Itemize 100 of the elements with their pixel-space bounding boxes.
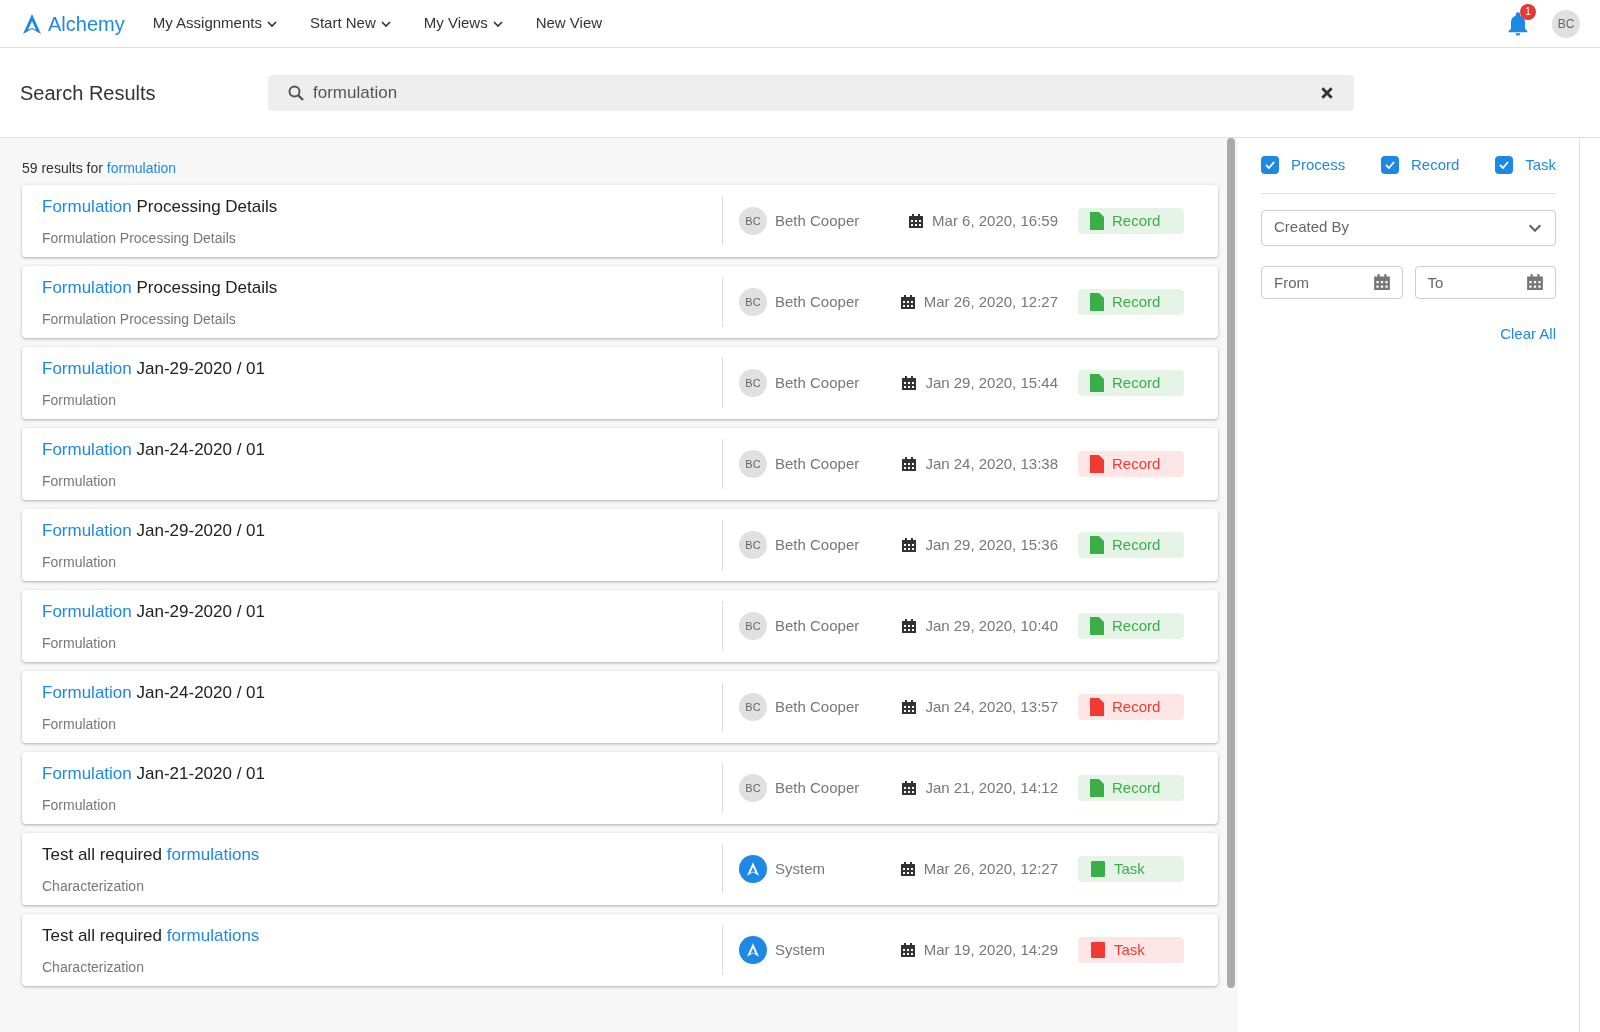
calendar-icon [1526, 272, 1544, 291]
result-title[interactable]: Formulation Processing Details [42, 275, 722, 301]
author-avatar: BC [739, 693, 767, 721]
type-filter-checkbox[interactable]: Task [1495, 154, 1556, 177]
type-badge: Record [1078, 451, 1184, 477]
author-name: Beth Cooper [775, 534, 860, 555]
notification-badge: 1 [1520, 3, 1536, 20]
author-avatar: BC [739, 612, 767, 640]
result-date: Jan 21, 2020, 14:12 [925, 777, 1058, 798]
result-title[interactable]: Formulation Jan-24-2020 / 01 [42, 437, 722, 463]
document-icon [1090, 374, 1104, 392]
type-badge: Record [1078, 370, 1184, 396]
result-card[interactable]: Test all required formulations Characterization System Mar 26, 2020, 12:27 Task [22, 833, 1218, 905]
date-field[interactable]: To [1414, 265, 1556, 299]
clear-all-link[interactable]: Clear All [1500, 322, 1556, 345]
result-date: Jan 29, 2020, 10:40 [925, 615, 1058, 636]
close-icon[interactable] [1320, 85, 1334, 100]
result-card[interactable]: Formulation Jan-29-2020 / 01 Formulation BC Beth Cooper Jan 29, 2020, 10:40 Record [22, 590, 1218, 662]
author-name: Beth Cooper [775, 777, 860, 798]
user-avatar[interactable]: BC [1552, 9, 1580, 38]
calendar-icon [899, 861, 916, 877]
result-date: Mar 26, 2020, 12:27 [923, 858, 1058, 879]
type-badge: Record [1078, 289, 1184, 315]
nav-menu-item[interactable]: My Assignments [152, 12, 278, 35]
nav-menu-item[interactable]: New View [535, 12, 603, 35]
result-subtitle: Formulation [42, 714, 117, 734]
result-date: Jan 24, 2020, 13:38 [925, 453, 1058, 474]
calendar-icon [901, 618, 918, 634]
document-icon [1090, 212, 1104, 230]
type-badge: Record [1078, 694, 1184, 720]
result-title[interactable]: Formulation Jan-24-2020 / 01 [42, 680, 722, 706]
author-name: Beth Cooper [775, 210, 860, 231]
calendar-icon [901, 375, 918, 391]
document-icon [1090, 617, 1104, 635]
type-filter-checkbox[interactable]: Process [1261, 154, 1346, 177]
result-card[interactable]: Formulation Processing Details Formulation Processing Details BC Beth Cooper Mar 26, 2020, 12:27 Record [22, 266, 1218, 338]
page-title: Search Results [20, 80, 157, 106]
type-filter-checkbox[interactable]: Record [1381, 154, 1460, 177]
date-field[interactable]: From [1261, 265, 1403, 299]
result-subtitle: Characterization [42, 876, 145, 896]
result-title[interactable]: Test all required formulations [42, 923, 722, 949]
result-date: Mar 26, 2020, 12:27 [923, 291, 1058, 312]
result-card[interactable]: Formulation Jan-29-2020 / 01 Formulation BC Beth Cooper Jan 29, 2020, 15:36 Record [22, 509, 1218, 581]
calendar-icon [899, 942, 916, 958]
document-icon [1090, 698, 1104, 716]
result-card[interactable]: Formulation Jan-21-2020 / 01 Formulation BC Beth Cooper Jan 21, 2020, 14:12 Record [22, 752, 1218, 824]
author-name: System [775, 858, 825, 879]
result-title[interactable]: Formulation Processing Details [42, 194, 722, 220]
result-subtitle: Formulation [42, 390, 117, 410]
calendar-icon [901, 699, 918, 715]
calendar-icon [901, 537, 918, 553]
result-card[interactable]: Formulation Processing Details Formulation Processing Details BC Beth Cooper Mar 6, 2020, 16:59 Record [22, 185, 1218, 257]
result-title[interactable]: Formulation Jan-21-2020 / 01 [42, 761, 722, 787]
result-date: Jan 24, 2020, 13:57 [925, 696, 1058, 717]
author-name: System [775, 939, 825, 960]
result-title[interactable]: Formulation Jan-29-2020 / 01 [42, 599, 722, 625]
result-card[interactable]: Formulation Jan-24-2020 / 01 Formulation BC Beth Cooper Jan 24, 2020, 13:38 Record [22, 428, 1218, 500]
author-avatar: BC [739, 774, 767, 802]
result-date: Mar 6, 2020, 16:59 [932, 210, 1058, 231]
results-summary: 59 results for formulation [22, 159, 178, 178]
result-title[interactable]: Test all required formulations [42, 842, 722, 868]
result-date: Jan 29, 2020, 15:36 [925, 534, 1058, 555]
nav-menu-item[interactable]: My Views [423, 12, 504, 35]
search-icon [288, 84, 304, 101]
result-card[interactable]: Test all required formulations Characterization System Mar 19, 2020, 14:29 Task [22, 914, 1218, 986]
type-badge: Record [1078, 208, 1184, 234]
result-card[interactable]: Formulation Jan-24-2020 / 01 Formulation BC Beth Cooper Jan 24, 2020, 13:57 Record [22, 671, 1218, 743]
nav-menu-item[interactable]: Start New [309, 12, 392, 35]
created-by-select[interactable]: Created By [1261, 209, 1556, 246]
author-avatar: BC [739, 531, 767, 559]
app-logo-text: Alchemy [48, 11, 125, 37]
type-badge: Task [1078, 856, 1184, 882]
calendar-icon [908, 213, 925, 229]
author-name: Beth Cooper [775, 696, 860, 717]
author-name: Beth Cooper [775, 372, 860, 393]
result-card[interactable]: Formulation Jan-29-2020 / 01 Formulation BC Beth Cooper Jan 29, 2020, 15:44 Record [22, 347, 1218, 419]
result-subtitle: Formulation [42, 795, 117, 815]
type-badge: Record [1078, 775, 1184, 801]
system-logo-icon [739, 855, 767, 883]
document-icon [1090, 779, 1104, 797]
result-subtitle: Formulation [42, 552, 117, 572]
type-badge: Record [1078, 532, 1184, 558]
author-avatar: BC [739, 450, 767, 478]
result-title[interactable]: Formulation Jan-29-2020 / 01 [42, 356, 722, 382]
type-badge: Task [1078, 937, 1184, 963]
type-badge: Record [1078, 613, 1184, 639]
result-date: Jan 29, 2020, 15:44 [925, 372, 1058, 393]
result-date: Mar 19, 2020, 14:29 [923, 939, 1058, 960]
document-icon [1090, 536, 1104, 554]
author-avatar: BC [739, 207, 767, 235]
clipboard-icon [1090, 860, 1106, 878]
calendar-icon [899, 294, 916, 310]
calendar-icon [1372, 272, 1391, 291]
search-field[interactable]: formulation [268, 74, 1354, 111]
result-subtitle: Formulation Processing Details [42, 228, 237, 248]
result-title[interactable]: Formulation Jan-29-2020 / 01 [42, 518, 722, 544]
result-subtitle: Formulation [42, 633, 117, 653]
document-icon [1090, 293, 1104, 311]
author-avatar: BC [739, 288, 767, 316]
author-avatar: BC [739, 369, 767, 397]
